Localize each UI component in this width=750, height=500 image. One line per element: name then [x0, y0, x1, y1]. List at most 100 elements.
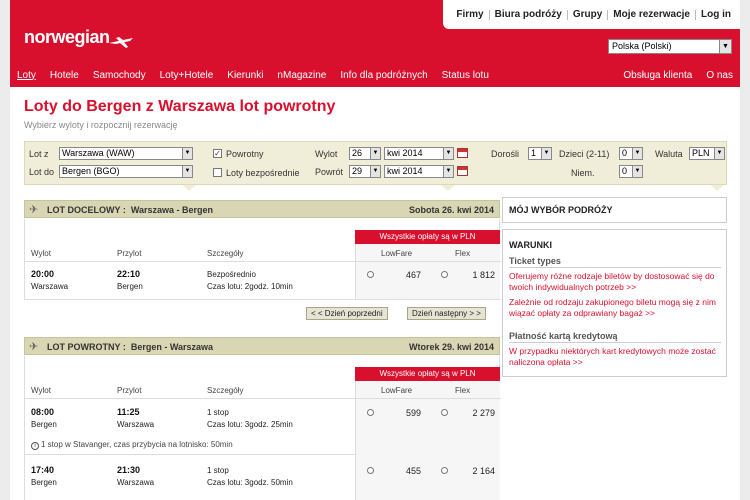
nav-destinations[interactable]: Kierunki: [220, 70, 270, 81]
nav-customer-service[interactable]: Obsługa klienta: [616, 70, 699, 81]
tab-notch-decor: [441, 185, 455, 191]
col-lowfare: LowFare: [381, 386, 413, 395]
norwegian-logo[interactable]: norwegian: [24, 27, 110, 48]
outbound-date: Sobota 26. kwi 2014: [408, 205, 494, 215]
return-day-select[interactable]: 29 ▼: [349, 165, 381, 178]
currency-select[interactable]: PLN ▼: [689, 147, 725, 160]
col-details: Szczegóły: [207, 386, 244, 395]
lowfare-price: 455: [405, 466, 421, 476]
flex-radio[interactable]: [441, 409, 448, 416]
return-date: Wtorek 29. kwi 2014: [408, 342, 494, 352]
dep-time: 17:40: [31, 465, 55, 475]
return-month-value: kwi 2014: [387, 166, 423, 176]
top-link-my-bookings[interactable]: Moje rezerwacje: [607, 9, 695, 20]
chevron-down-icon: ▼: [632, 148, 642, 159]
stop-note: i1 stop w Stavanger, czas przybycia na l…: [31, 440, 233, 450]
adults-select[interactable]: 1 ▼: [528, 147, 552, 160]
direct-checkbox[interactable]: [213, 168, 222, 177]
infants-select[interactable]: 0 ▼: [619, 165, 643, 178]
col-flex: Flex: [455, 386, 471, 395]
col-flex: Flex: [455, 249, 471, 258]
children-value: 0: [622, 148, 628, 158]
nav-hotels[interactable]: Hotele: [43, 70, 86, 81]
lowfare-price: 467: [405, 270, 421, 280]
infants-value: 0: [622, 166, 628, 176]
stops: 1 stop: [207, 408, 229, 417]
baggage-fees-link[interactable]: Zależnie od rodzaju zakupionego biletu m…: [509, 297, 719, 319]
arr-time: 21:30: [117, 465, 141, 475]
airplane-icon: ✈: [29, 341, 39, 353]
language-select[interactable]: Polska (Polski) ▼: [608, 39, 732, 54]
from-select[interactable]: Warszawa (WAW) ▼: [59, 147, 193, 160]
duration: Czas lotu: 3godz. 25min: [207, 420, 293, 429]
my-trip-panel: MÓJ WYBÓR PODRÓŻY: [502, 197, 727, 223]
nav-travel-info[interactable]: Info dla podróżnych: [333, 70, 434, 81]
info-icon: i: [31, 442, 39, 450]
col-details: Szczegóły: [207, 249, 244, 258]
top-link-firmy[interactable]: Firmy: [451, 9, 488, 20]
arr-time: 22:10: [117, 269, 141, 279]
return-day-value: 29: [352, 166, 363, 176]
lowfare-price: 599: [405, 408, 421, 418]
departure-month-select[interactable]: kwi 2014 ▼: [384, 147, 454, 160]
chevron-down-icon: ▼: [370, 166, 380, 177]
col-departure: Wylot: [31, 249, 51, 258]
fees-note: Wszystkie opłaty są w PLN: [355, 367, 500, 381]
nav-about[interactable]: O nas: [699, 70, 740, 81]
top-link-groups[interactable]: Grupy: [566, 9, 607, 20]
top-navigation: Firmy Biura podróży Grupy Moje rezerwacj…: [443, 0, 740, 29]
chevron-down-icon: ▼: [719, 40, 731, 53]
plane-logo-icon: [109, 37, 133, 48]
tab-notch-decor: [182, 185, 196, 191]
fees-note: Wszystkie opłaty są w PLN: [355, 230, 500, 244]
row-divider: [25, 261, 501, 262]
flex-price: 2 164: [472, 466, 495, 476]
nav-flights-hotels[interactable]: Loty+Hotele: [153, 70, 221, 81]
prev-day-button[interactable]: < < Dzień poprzedni: [306, 307, 388, 320]
departure-day-select[interactable]: 26 ▼: [349, 147, 381, 160]
chevron-down-icon: ▼: [443, 166, 453, 177]
calendar-icon[interactable]: [457, 166, 468, 176]
duration: Czas lotu: 2godz. 10min: [207, 282, 293, 291]
return-label: Powrotny: [226, 149, 264, 159]
lowfare-radio[interactable]: [367, 409, 374, 416]
return-header: ✈ LOT POWROTNY : Bergen - Warszawa Wtore…: [24, 337, 500, 355]
arr-city: Warszawa: [117, 478, 155, 487]
dep-time: 08:00: [31, 407, 55, 417]
children-select[interactable]: 0 ▼: [619, 147, 643, 160]
to-value: Bergen (BGO): [62, 166, 120, 176]
lowfare-radio[interactable]: [367, 467, 374, 474]
nav-cars[interactable]: Samochody: [86, 70, 153, 81]
card-fee-link[interactable]: W przypadku niektórych kart kredytowych …: [509, 346, 719, 368]
nav-nmagazine[interactable]: nMagazine: [270, 70, 333, 81]
nav-flight-status[interactable]: Status lotu: [435, 70, 496, 81]
flex-radio[interactable]: [441, 467, 448, 474]
top-link-travel-agencies[interactable]: Biura podróży: [488, 9, 567, 20]
top-link-login[interactable]: Log in: [695, 9, 736, 20]
children-label: Dzieci (2-11): [559, 149, 610, 159]
lowfare-radio[interactable]: [367, 271, 374, 278]
outbound-route: LOT DOCELOWY : Warszawa - Bergen: [47, 205, 214, 215]
col-lowfare: LowFare: [381, 249, 413, 258]
return-table: Wszystkie opłaty są w PLN Wylot Przylot …: [24, 356, 501, 500]
calendar-icon[interactable]: [457, 148, 468, 158]
dep-city: Bergen: [31, 478, 57, 487]
row-divider: [25, 454, 355, 455]
departure-month-value: kwi 2014: [387, 148, 423, 158]
return-month-select[interactable]: kwi 2014 ▼: [384, 165, 454, 178]
airplane-icon: ✈: [29, 204, 39, 216]
to-select[interactable]: Bergen (BGO) ▼: [59, 165, 193, 178]
chevron-down-icon: ▼: [182, 166, 192, 177]
flex-price: 2 279: [472, 408, 495, 418]
arr-city: Warszawa: [117, 420, 155, 429]
departure-day-value: 26: [352, 148, 363, 158]
nav-flights[interactable]: Loty: [10, 70, 43, 81]
ticket-types-link[interactable]: Oferujemy różne rodzaje biletów by dosto…: [509, 271, 719, 293]
return-checkbox[interactable]: ✓: [213, 149, 222, 158]
page: norwegian Firmy Biura podróży Grupy Moje…: [10, 0, 740, 500]
flex-radio[interactable]: [441, 271, 448, 278]
next-day-button[interactable]: Dzień następny > >: [407, 307, 486, 320]
conditions-panel: WARUNKI Ticket types Oferujemy różne rod…: [502, 229, 727, 377]
flex-price: 1 812: [472, 270, 495, 280]
chevron-down-icon: ▼: [182, 148, 192, 159]
